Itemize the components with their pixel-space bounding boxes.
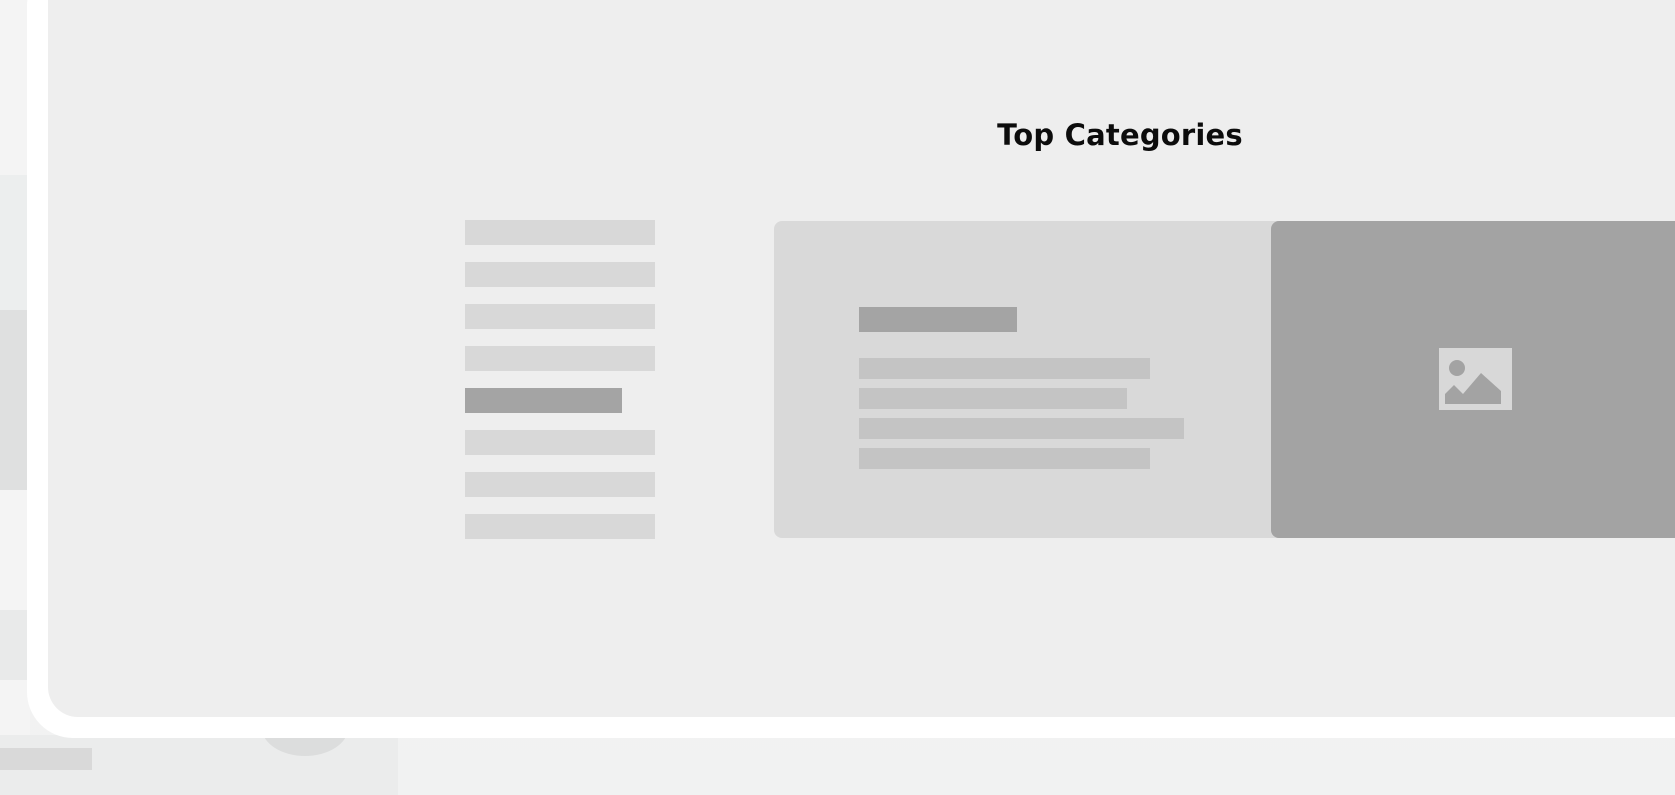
background-left-strip [0,610,30,680]
category-item[interactable] [465,430,655,455]
background-left-strip [0,310,30,490]
background-bottom-bar [0,748,92,770]
card-image-placeholder [1271,221,1675,538]
category-item[interactable] [465,514,655,539]
background-left-strip [0,175,30,310]
category-item[interactable] [465,304,655,329]
featured-category-card[interactable] [774,221,1675,538]
category-item[interactable] [465,262,655,287]
card-text-line [859,388,1127,409]
device-screen: Top Categories [48,0,1675,717]
card-text-line [859,358,1150,379]
card-text-line [859,448,1150,469]
category-item[interactable] [465,472,655,497]
card-text-line [859,418,1184,439]
category-item[interactable] [465,220,655,245]
category-list [465,220,655,556]
section-title: Top Categories [997,118,1243,152]
card-heading-placeholder [859,307,1017,332]
category-item[interactable] [465,346,655,371]
image-placeholder-icon [1439,348,1512,410]
category-item-active[interactable] [465,388,622,413]
